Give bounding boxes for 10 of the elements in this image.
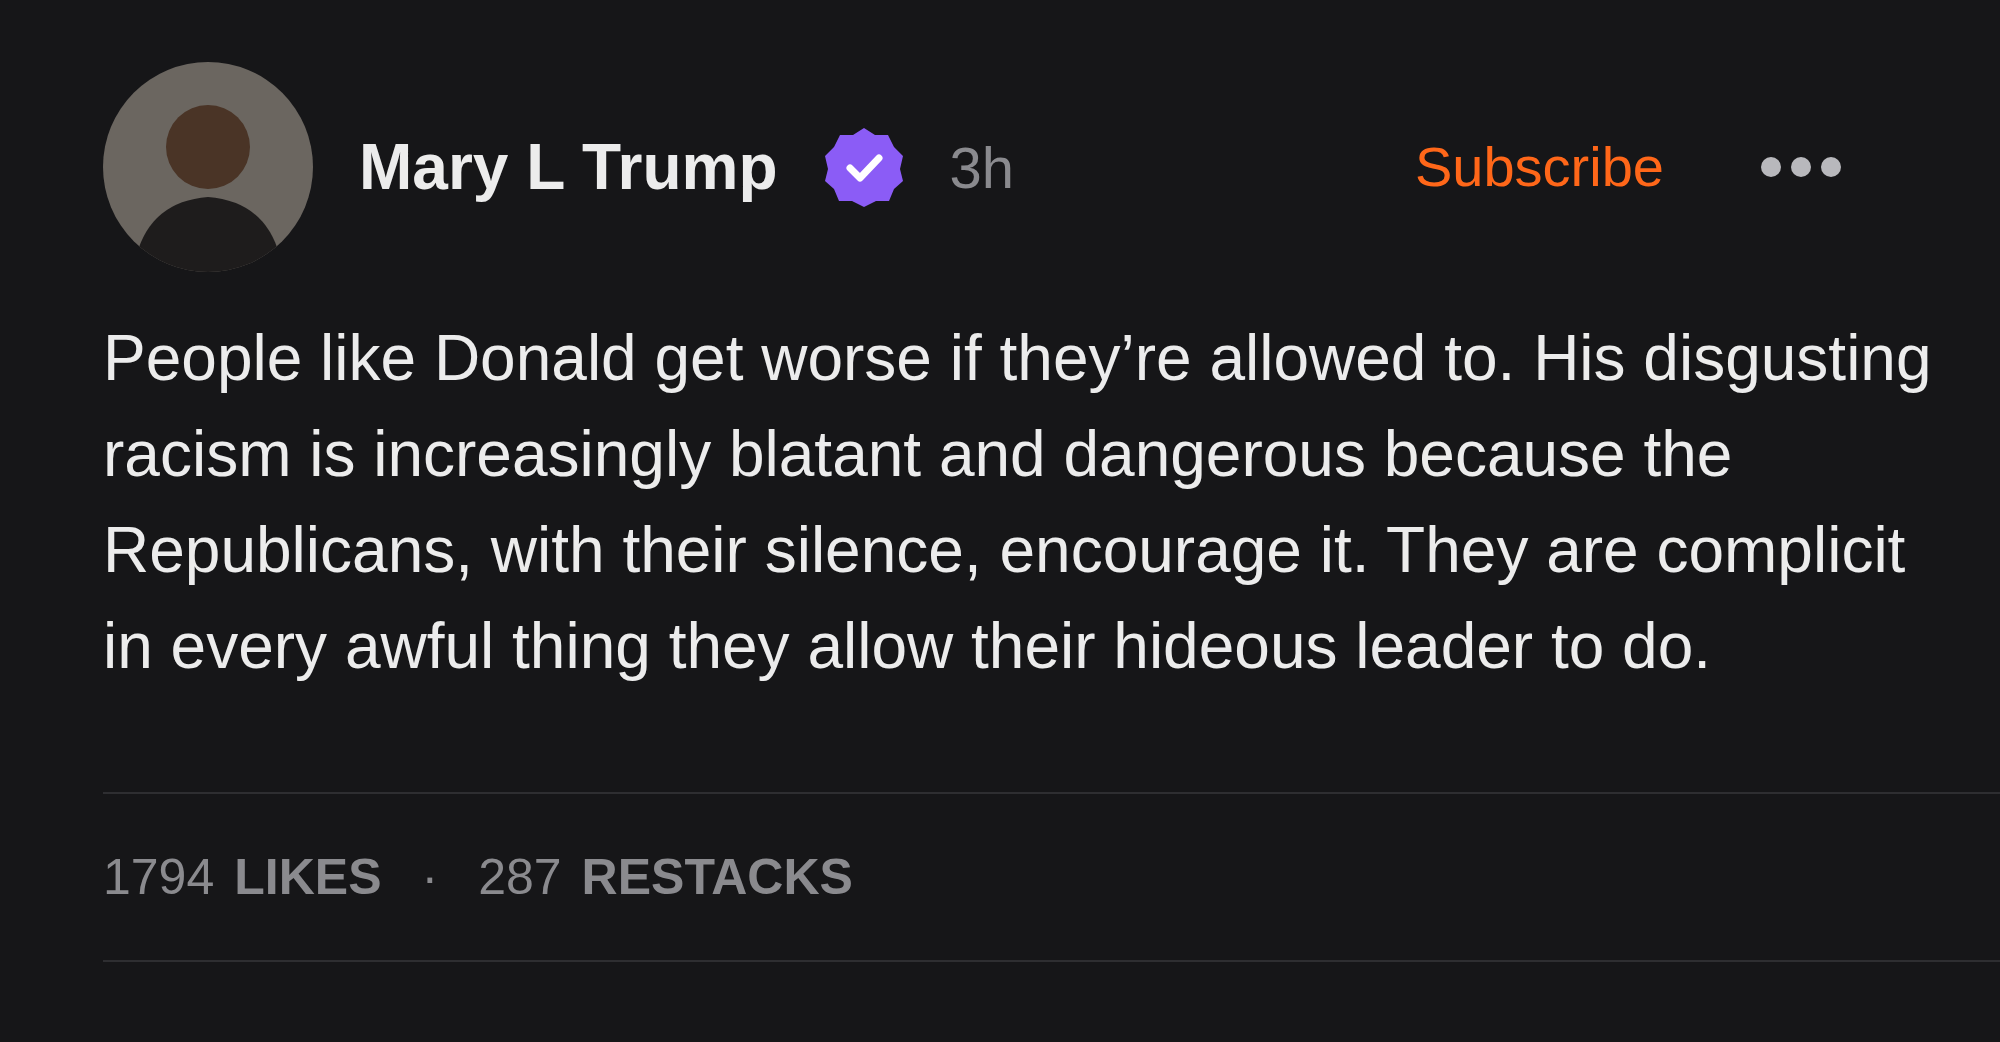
stat-count: 1794 <box>103 847 215 907</box>
author-name[interactable]: Mary L Trump <box>359 119 778 215</box>
stat-label[interactable]: LIKES <box>234 839 382 915</box>
post-time: 3h <box>949 133 1014 202</box>
stat-count: 287 <box>478 847 562 907</box>
post-text: People like Donald get worse if they’re allowed to. His disgusting racism is increasingly blatant and dangerous because the Republicans, with their silence, encourage it. They are complicit in every awful thing they allow their hideous leader to do. <box>103 321 1933 684</box>
separator-dot: · <box>421 847 439 907</box>
more-icon[interactable] <box>1759 155 1843 179</box>
subscribe-button[interactable]: Subscribe <box>1414 125 1664 209</box>
stat-label[interactable]: RESTACKS <box>581 839 853 915</box>
